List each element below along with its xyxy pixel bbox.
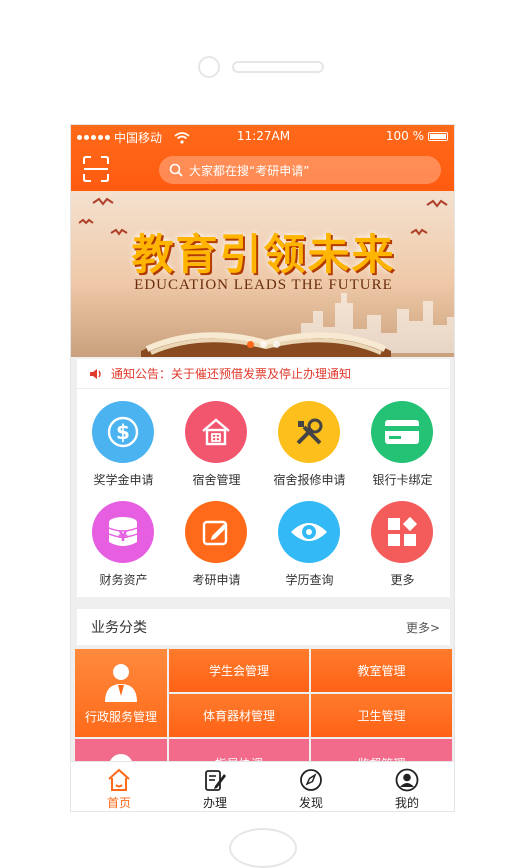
svg-text:$: $ — [116, 420, 130, 444]
more-link[interactable]: 更多> — [406, 619, 440, 636]
tile-label: 体育器材管理 — [202, 709, 275, 723]
tab-label: 首页 — [106, 796, 131, 810]
service-label: 学历查询 — [285, 573, 334, 587]
service-repair[interactable]: 宿舍报修申请 — [263, 389, 356, 489]
search-placeholder: 大家都在搜“考研申请” — [189, 163, 310, 178]
service-degree-check[interactable]: 学历查询 — [263, 489, 356, 589]
battery-percent: 100 % — [385, 129, 424, 143]
status-bar: 中国移动 11:27AM 100 % — [71, 125, 454, 147]
user-icon — [395, 768, 419, 792]
tab-mine[interactable]: 我的 — [359, 762, 454, 811]
banner-subtitle: EDUCATION LEADS THE FUTURE — [134, 277, 393, 293]
phone-frame: 中国移动 11:27AM 100 % 大家都在搜“考研申请” 教育引领未来 ED… — [0, 0, 522, 868]
banner-title: 教育引领未来 — [131, 230, 396, 279]
service-label: 更多 — [390, 573, 415, 587]
businessman-icon — [105, 663, 137, 702]
search-input[interactable]: 大家都在搜“考研申请” — [159, 156, 441, 184]
scan-icon[interactable] — [83, 156, 109, 182]
home-icon — [108, 768, 130, 791]
app-header: 中国移动 11:27AM 100 % 大家都在搜“考研申请” — [71, 125, 454, 191]
search-icon — [169, 163, 183, 177]
pencil-note-icon — [185, 501, 247, 563]
business-section-header: 业务分类 更多> — [77, 609, 450, 645]
eye-icon — [278, 501, 340, 563]
open-book-graphic — [141, 332, 391, 357]
tile-label: 教室管理 — [357, 664, 406, 678]
tile-label: 学生会管理 — [208, 664, 269, 678]
service-bank-card[interactable]: 银行卡绑定 — [356, 389, 449, 489]
dollar-icon: $ — [92, 401, 154, 463]
banner-pager — [71, 341, 454, 348]
section-title: 业务分类 — [91, 620, 147, 636]
service-postgrad[interactable]: 考研申请 — [170, 489, 263, 589]
notice-text: 通知公告：关于催还预借发票及停止办理通知 — [111, 367, 352, 381]
notice-bar[interactable]: 通知公告：关于催还预借发票及停止办理通知 — [77, 359, 450, 389]
app-screen: 中国移动 11:27AM 100 % 大家都在搜“考研申请” 教育引领未来 ED… — [70, 124, 455, 812]
tab-handle[interactable]: 办理 — [167, 762, 263, 811]
front-camera — [198, 56, 220, 78]
tile-student-union[interactable]: 学生会管理 — [169, 649, 309, 692]
pager-dot[interactable] — [260, 341, 267, 348]
more-grid-icon — [371, 501, 433, 563]
service-scholarship[interactable]: $ 奖学金申请 — [77, 389, 170, 489]
svg-text:¥: ¥ — [118, 529, 128, 545]
service-label: 考研申请 — [192, 573, 241, 587]
tab-discover[interactable]: 发现 — [263, 762, 359, 811]
service-more[interactable]: 更多 — [356, 489, 449, 589]
speaker-grille — [232, 61, 324, 73]
service-finance[interactable]: ¥ 财务资产 — [77, 489, 170, 589]
pager-dot[interactable] — [273, 341, 280, 348]
compass-icon — [300, 769, 322, 791]
tile-label: 卫生管理 — [357, 709, 406, 723]
house-icon — [185, 401, 247, 463]
admin-service-tile[interactable]: 行政服务管理 — [75, 649, 167, 737]
service-label: 财务资产 — [99, 573, 148, 587]
service-label: 宿舍报修申请 — [273, 473, 346, 487]
tile-hygiene[interactable]: 卫生管理 — [311, 694, 452, 737]
tile-classroom[interactable]: 教室管理 — [311, 649, 452, 692]
service-dorm[interactable]: 宿舍管理 — [170, 389, 263, 489]
tab-label: 发现 — [298, 796, 323, 810]
tab-home[interactable]: 首页 — [71, 762, 167, 811]
tools-icon — [278, 401, 340, 463]
bank-card-icon — [371, 401, 433, 463]
pager-dot[interactable] — [247, 341, 254, 348]
bottom-tab-bar: 首页 办理 发现 我的 — [71, 761, 454, 811]
promo-banner[interactable]: 教育引领未来 EDUCATION LEADS THE FUTURE — [71, 191, 454, 357]
tab-label: 我的 — [394, 796, 419, 810]
service-grid: $ 奖学金申请 宿舍管理 宿舍报修申请 银行卡绑定 ¥ 财务资产 考研申请 学历… — [77, 389, 450, 597]
service-label: 宿舍管理 — [192, 473, 241, 487]
battery-icon — [428, 131, 448, 141]
tab-label: 办理 — [202, 796, 227, 810]
service-label: 奖学金申请 — [93, 473, 154, 487]
service-label: 银行卡绑定 — [372, 473, 433, 487]
tile-label: 行政服务管理 — [84, 709, 157, 724]
tile-sports-equipment[interactable]: 体育器材管理 — [169, 694, 309, 737]
yuan-coins-icon: ¥ — [92, 501, 154, 563]
home-button[interactable] — [229, 828, 297, 868]
speaker-icon — [90, 368, 101, 379]
clipboard-pen-icon — [205, 770, 226, 791]
